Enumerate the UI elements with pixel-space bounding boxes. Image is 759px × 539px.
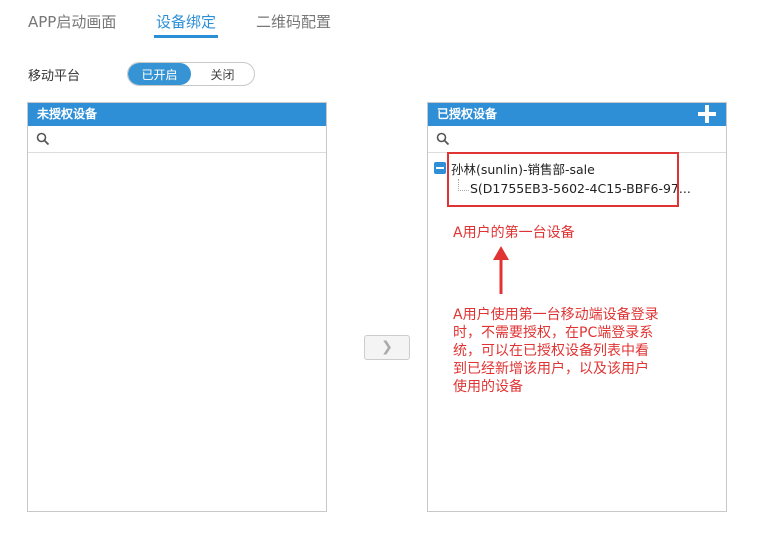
highlight-box: [447, 152, 679, 207]
tab-app-splash[interactable]: APP启动画面: [28, 11, 116, 32]
tab-qrcode-config[interactable]: 二维码配置: [256, 11, 331, 32]
search-input-authorized[interactable]: [454, 129, 718, 149]
search-row: [428, 126, 726, 153]
tab-device-binding[interactable]: 设备绑定: [156, 11, 216, 32]
annotation-first-device: A用户的第一台设备: [453, 225, 575, 241]
annotation-line: 使用的设备: [453, 379, 523, 395]
search-input[interactable]: [54, 129, 318, 149]
unauthorized-devices-panel: 未授权设备: [27, 102, 327, 512]
annotation-line: 统，可以在已授权设备列表中看: [453, 343, 649, 359]
collapse-icon[interactable]: [434, 162, 446, 174]
annotation-line: 到已经新增该用户，以及该用户: [453, 361, 649, 377]
up-arrow-icon: [493, 246, 509, 294]
annotation-line: A用户使用第一台移动端设备登录: [453, 307, 659, 323]
active-tab-indicator: [154, 35, 218, 38]
annotation-line: 时，不需要授权，在PC端登录系: [453, 325, 654, 341]
panel-title-authorized: 已授权设备: [428, 103, 726, 126]
annotation-explanation: A用户使用第一台移动端设备登录 时，不需要授权，在PC端登录系 统，可以在已授权…: [453, 306, 703, 396]
move-right-button[interactable]: ❯: [364, 335, 410, 360]
search-row: [28, 126, 326, 153]
toggle-off-option[interactable]: 关闭: [191, 63, 254, 85]
panel-title: 未授权设备: [28, 103, 326, 126]
toggle-on-option[interactable]: 已开启: [128, 63, 191, 85]
search-icon: [36, 132, 50, 146]
mobile-platform-label: 移动平台: [28, 69, 81, 84]
search-icon: [436, 132, 450, 146]
add-icon[interactable]: [697, 104, 717, 124]
panel-title-text: 已授权设备: [437, 107, 498, 121]
mobile-platform-toggle[interactable]: 已开启 关闭: [127, 62, 255, 86]
tab-bar: APP启动画面 设备绑定 二维码配置: [0, 0, 759, 40]
